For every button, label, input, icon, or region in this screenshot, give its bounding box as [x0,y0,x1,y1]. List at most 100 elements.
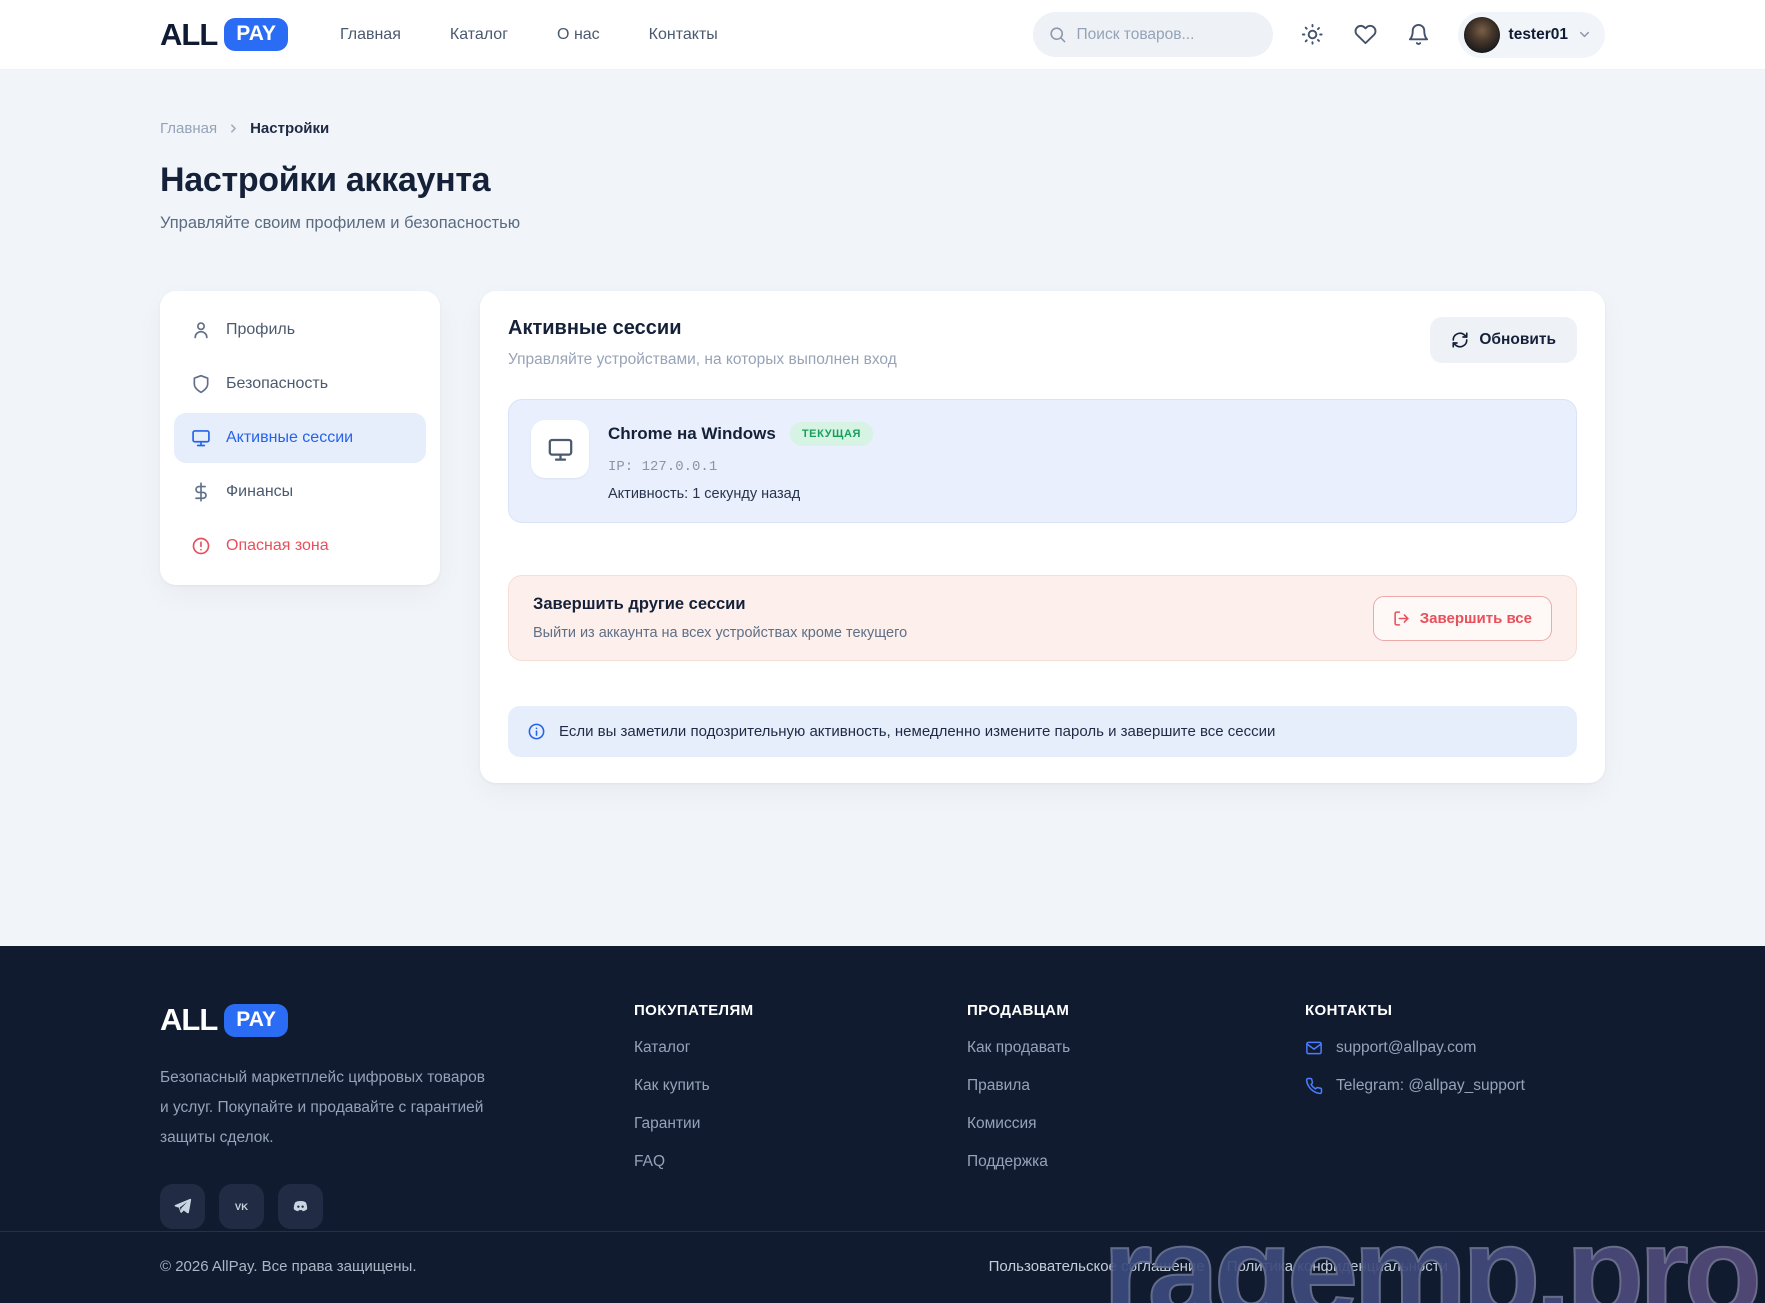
brand-logo-badge: PAY [224,18,288,51]
sidebar-item-profile[interactable]: Профиль [174,305,426,355]
footer-column-title: ПОКУПАТЕЛЯМ [634,1002,967,1019]
search-input[interactable] [1033,12,1273,57]
brand-logo-badge: PAY [224,1004,288,1037]
device-icon-box [531,420,589,478]
terminate-all-label: Завершить все [1420,610,1532,627]
nav-link-about[interactable]: О нас [557,26,600,44]
panel-subtitle: Управляйте устройствами, на которых выпо… [508,351,897,369]
footer-brand-logo[interactable]: ALL PAY [160,1002,288,1038]
sidebar-item-finance[interactable]: Финансы [174,467,426,517]
search-box [1033,12,1273,57]
sidebar-item-label: Активные сессии [226,429,353,447]
monitor-icon [547,436,574,463]
footer-link-faq[interactable]: FAQ [634,1153,967,1171]
footer-link-commission[interactable]: Комиссия [967,1115,1305,1133]
vk-button[interactable]: VK [219,1184,264,1229]
user-icon [191,320,211,340]
theme-toggle-button[interactable] [1300,22,1326,48]
session-activity: Активность: 1 секунду назад [608,486,873,502]
top-navbar: ALL PAY Главная Каталог О нас Контакты [0,0,1765,70]
contact-email-text: support@allpay.com [1336,1039,1476,1057]
breadcrumb-home-link[interactable]: Главная [160,120,217,137]
nav-link-contacts[interactable]: Контакты [649,26,718,44]
heart-icon [1354,23,1377,46]
settings-sidebar: Профиль Безопасность Активные сессии Фин… [160,291,440,585]
logout-icon [1393,610,1410,627]
footer-link-how-to-sell[interactable]: Как продавать [967,1039,1305,1057]
terminate-title: Завершить другие сессии [533,595,907,614]
vk-icon: VK [232,1197,251,1216]
telegram-button[interactable] [160,1184,205,1229]
footer-link-guarantees[interactable]: Гарантии [634,1115,967,1133]
terminate-sessions-card: Завершить другие сессии Выйти из аккаунт… [508,575,1577,661]
privacy-link[interactable]: Политика конфиденциальности [1227,1258,1448,1275]
chevron-down-icon [1577,27,1592,42]
sidebar-item-label: Профиль [226,321,295,339]
nav-link-catalog[interactable]: Каталог [450,26,508,44]
main-nav: Главная Каталог О нас Контакты [340,26,718,44]
security-notice-text: Если вы заметили подозрительную активнос… [559,723,1275,740]
brand-logo[interactable]: ALL PAY [160,17,288,53]
breadcrumb-current: Настройки [250,120,329,137]
refresh-button-label: Обновить [1479,331,1556,349]
security-notice: Если вы заметили подозрительную активнос… [508,706,1577,757]
discord-icon [291,1197,310,1216]
monitor-icon [191,428,211,448]
telegram-icon [173,1197,192,1216]
brand-logo-text: ALL [160,17,217,53]
alert-circle-icon [191,536,211,556]
brand-logo-text: ALL [160,1002,217,1038]
footer-link-rules[interactable]: Правила [967,1077,1305,1095]
footer-link-catalog[interactable]: Каталог [634,1039,967,1057]
phone-icon [1305,1077,1323,1095]
terminate-subtitle: Выйти из аккаунта на всех устройствах кр… [533,625,907,641]
terms-link[interactable]: Пользовательское соглашение [989,1258,1205,1275]
session-card: Chrome на Windows ТЕКУЩАЯ IP: 127.0.0.1 … [508,399,1577,523]
username: tester01 [1509,26,1568,44]
footer-column-title: КОНТАКТЫ [1305,1002,1605,1019]
sun-icon [1301,23,1324,46]
favorites-button[interactable] [1353,22,1379,48]
shield-icon [191,374,211,394]
footer-link-how-to-buy[interactable]: Как купить [634,1077,967,1095]
page-title: Настройки аккаунта [160,161,1605,200]
footer-link-support[interactable]: Поддержка [967,1153,1305,1171]
avatar [1464,17,1500,53]
contact-telegram[interactable]: Telegram: @allpay_support [1305,1077,1605,1095]
notifications-button[interactable] [1406,22,1432,48]
nav-link-home[interactable]: Главная [340,26,401,44]
chevron-right-icon [227,122,240,135]
search-icon [1048,25,1067,44]
dollar-icon [191,482,211,502]
copyright: © 2026 AllPay. Все права защищены. [160,1258,417,1275]
mail-icon [1305,1039,1323,1057]
terminate-all-button[interactable]: Завершить все [1373,596,1552,641]
refresh-icon [1451,331,1469,349]
current-session-badge: ТЕКУЩАЯ [790,422,873,446]
session-device-name: Chrome на Windows [608,424,776,444]
footer-column-buyers: ПОКУПАТЕЛЯМ Каталог Как купить Гарантии … [634,1002,967,1229]
sidebar-item-label: Опасная зона [226,537,329,555]
footer: ALL PAY Безопасный маркетплейс цифровых … [0,946,1765,1303]
refresh-button[interactable]: Обновить [1430,317,1577,363]
contact-email[interactable]: support@allpay.com [1305,1039,1605,1057]
sidebar-item-security[interactable]: Безопасность [174,359,426,409]
sidebar-item-active-sessions[interactable]: Активные сессии [174,413,426,463]
sessions-panel: Активные сессии Управляйте устройствами,… [480,291,1605,783]
sidebar-item-label: Финансы [226,483,293,501]
footer-column-title: ПРОДАВЦАМ [967,1002,1305,1019]
social-links: VK [160,1184,634,1229]
discord-button[interactable] [278,1184,323,1229]
footer-bottom-bar: © 2026 AllPay. Все права защищены. Польз… [0,1231,1765,1303]
breadcrumb: Главная Настройки [160,120,1605,137]
session-ip: IP: 127.0.0.1 [608,459,873,475]
page-subtitle: Управляйте своим профилем и безопасность… [160,214,1605,233]
bell-icon [1407,23,1430,46]
user-menu[interactable]: tester01 [1458,12,1605,58]
sidebar-item-danger-zone[interactable]: Опасная зона [174,521,426,571]
footer-column-contacts: КОНТАКТЫ support@allpay.com Telegram: @a… [1305,1002,1605,1229]
sidebar-item-label: Безопасность [226,375,328,393]
svg-text:VK: VK [235,1202,248,1213]
info-icon [527,722,546,741]
panel-title: Активные сессии [508,317,897,340]
